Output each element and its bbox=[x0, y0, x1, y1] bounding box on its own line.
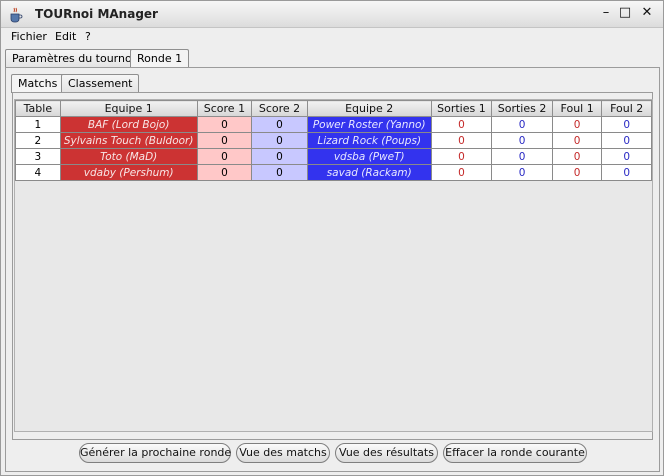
generate-next-round-button[interactable]: Générer la prochaine ronde bbox=[79, 443, 231, 463]
app-window: TOURnoi MAnager – □ ✕ Fichier Edit ? Par… bbox=[0, 0, 664, 476]
menu-fichier[interactable]: Fichier bbox=[11, 30, 47, 43]
score-2-cell[interactable]: 0 bbox=[251, 164, 308, 181]
results-view-button[interactable]: Vue des résultats bbox=[335, 443, 438, 463]
foul-2-cell[interactable]: 0 bbox=[601, 116, 652, 133]
clear-current-round-button[interactable]: Effacer la ronde courante bbox=[443, 443, 587, 463]
close-icon[interactable]: ✕ bbox=[640, 6, 654, 20]
score-2-cell[interactable]: 0 bbox=[251, 116, 308, 133]
column-header-score-2[interactable]: Score 2 bbox=[251, 100, 308, 117]
column-header-score-1[interactable]: Score 1 bbox=[196, 100, 253, 117]
table-row: 1 BAF (Lord Bojo) 0 0 Power Roster (Yann… bbox=[15, 116, 652, 133]
title-bar[interactable]: TOURnoi MAnager – □ ✕ bbox=[1, 1, 663, 28]
sorties-2-cell[interactable]: 0 bbox=[491, 164, 553, 181]
java-cup-icon bbox=[9, 7, 23, 23]
team-1-cell[interactable]: vdaby (Pershum) bbox=[59, 164, 198, 181]
foul-2-cell[interactable]: 0 bbox=[601, 164, 652, 181]
matches-table: Table Equipe 1 Score 1 Score 2 Equipe 2 … bbox=[15, 100, 652, 181]
table-row: 4 vdaby (Pershum) 0 0 savad (Rackam) 0 0… bbox=[15, 164, 652, 181]
sorties-2-cell[interactable]: 0 bbox=[491, 116, 553, 133]
column-header-sorties-1[interactable]: Sorties 1 bbox=[430, 100, 493, 117]
sorties-1-cell[interactable]: 0 bbox=[430, 116, 493, 133]
table-number-cell[interactable]: 2 bbox=[15, 132, 61, 149]
team-2-cell[interactable]: Power Roster (Yanno) bbox=[306, 116, 432, 133]
column-header-sorties-2[interactable]: Sorties 2 bbox=[491, 100, 553, 117]
column-header-table[interactable]: Table bbox=[15, 100, 61, 117]
tab-parametres-tournoi[interactable]: Paramètres du tournoi bbox=[5, 49, 142, 67]
column-header-foul-1[interactable]: Foul 1 bbox=[551, 100, 603, 117]
matches-view-button[interactable]: Vue des matchs bbox=[236, 443, 330, 463]
foul-1-cell[interactable]: 0 bbox=[551, 164, 603, 181]
team-2-cell[interactable]: Lizard Rock (Poups) bbox=[306, 132, 432, 149]
team-2-cell[interactable]: savad (Rackam) bbox=[306, 164, 432, 181]
table-number-cell[interactable]: 4 bbox=[15, 164, 61, 181]
tab-matchs[interactable]: Matchs bbox=[11, 74, 65, 93]
matches-table-viewport[interactable]: Table Equipe 1 Score 1 Score 2 Equipe 2 … bbox=[14, 99, 653, 432]
maximize-icon[interactable]: □ bbox=[618, 6, 632, 20]
column-header-equipe-1[interactable]: Equipe 1 bbox=[59, 100, 198, 117]
team-2-cell[interactable]: vdsba (PweT) bbox=[306, 148, 432, 165]
score-2-cell[interactable]: 0 bbox=[251, 132, 308, 149]
menu-bar: Fichier Edit ? bbox=[1, 28, 663, 46]
table-row: 3 Toto (MaD) 0 0 vdsba (PweT) 0 0 0 0 bbox=[15, 148, 652, 165]
team-1-cell[interactable]: Toto (MaD) bbox=[59, 148, 198, 165]
sorties-2-cell[interactable]: 0 bbox=[491, 132, 553, 149]
sorties-2-cell[interactable]: 0 bbox=[491, 148, 553, 165]
foul-2-cell[interactable]: 0 bbox=[601, 148, 652, 165]
tab-ronde-1[interactable]: Ronde 1 bbox=[130, 49, 190, 68]
minimize-icon[interactable]: – bbox=[599, 6, 613, 20]
menu-help[interactable]: ? bbox=[85, 30, 91, 43]
score-1-cell[interactable]: 0 bbox=[196, 164, 253, 181]
sorties-1-cell[interactable]: 0 bbox=[430, 164, 493, 181]
foul-1-cell[interactable]: 0 bbox=[551, 132, 603, 149]
tab-classement[interactable]: Classement bbox=[61, 74, 140, 92]
foul-1-cell[interactable]: 0 bbox=[551, 116, 603, 133]
window-title: TOURnoi MAnager bbox=[35, 7, 158, 21]
table-row: 2 Sylvains Touch (Buldoor) 0 0 Lizard Ro… bbox=[15, 132, 652, 149]
action-button-bar: Générer la prochaine ronde Vue des match… bbox=[6, 443, 661, 465]
column-header-equipe-2[interactable]: Equipe 2 bbox=[306, 100, 432, 117]
score-1-cell[interactable]: 0 bbox=[196, 132, 253, 149]
score-1-cell[interactable]: 0 bbox=[196, 116, 253, 133]
matches-panel: Table Equipe 1 Score 1 Score 2 Equipe 2 … bbox=[12, 92, 653, 440]
table-number-cell[interactable]: 3 bbox=[15, 148, 61, 165]
team-1-cell[interactable]: BAF (Lord Bojo) bbox=[59, 116, 198, 133]
foul-1-cell[interactable]: 0 bbox=[551, 148, 603, 165]
round-panel: Matchs Classement Table Equipe 1 Score 1… bbox=[5, 67, 660, 472]
team-1-cell[interactable]: Sylvains Touch (Buldoor) bbox=[59, 132, 198, 149]
table-number-cell[interactable]: 1 bbox=[15, 116, 61, 133]
score-2-cell[interactable]: 0 bbox=[251, 148, 308, 165]
column-header-foul-2[interactable]: Foul 2 bbox=[601, 100, 652, 117]
score-1-cell[interactable]: 0 bbox=[196, 148, 253, 165]
foul-2-cell[interactable]: 0 bbox=[601, 132, 652, 149]
table-header-row: Table Equipe 1 Score 1 Score 2 Equipe 2 … bbox=[15, 100, 652, 117]
sorties-1-cell[interactable]: 0 bbox=[430, 132, 493, 149]
menu-edit[interactable]: Edit bbox=[55, 30, 76, 43]
sorties-1-cell[interactable]: 0 bbox=[430, 148, 493, 165]
